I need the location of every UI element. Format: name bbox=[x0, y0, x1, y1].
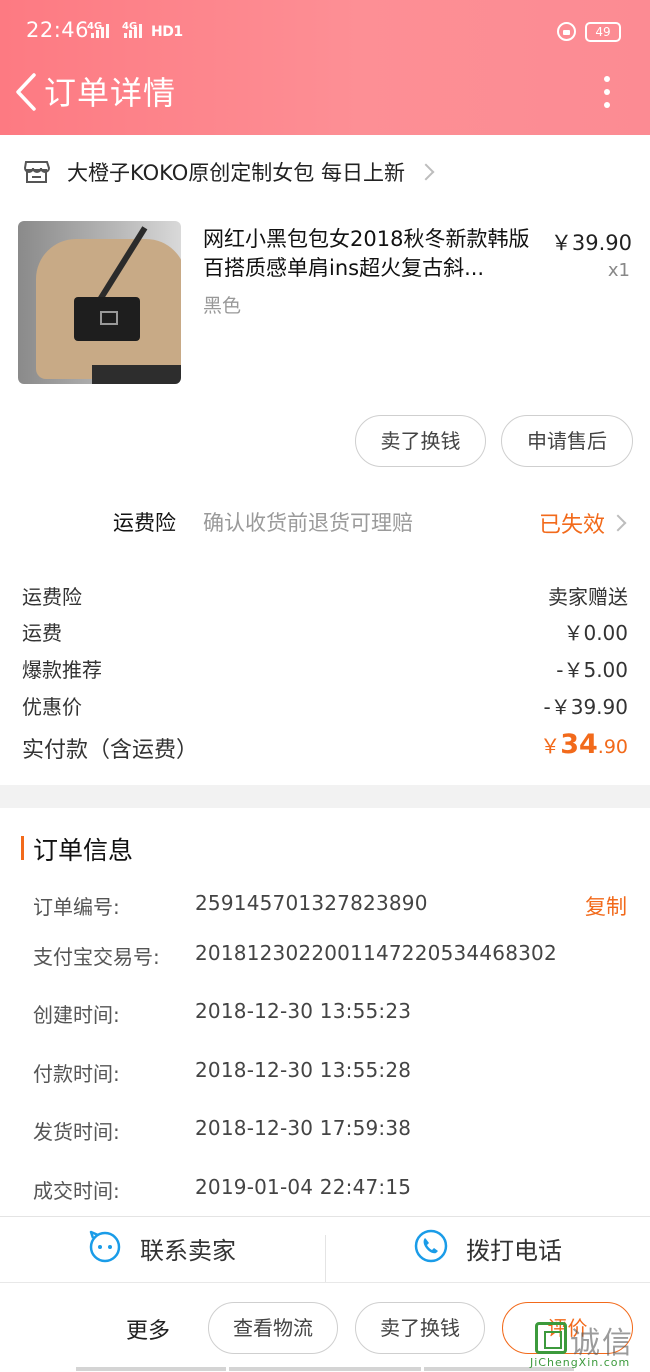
info-row: 创建时间: 2018-12-30 13:55:23 bbox=[33, 999, 633, 1029]
view-logistics-button[interactable]: 查看物流 bbox=[208, 1302, 338, 1354]
status-bar: 22:46 4G 4G HD1 49 bbox=[0, 0, 650, 66]
info-row: 发货时间: 2018-12-30 17:59:38 bbox=[33, 1116, 633, 1146]
fee-row: 优惠价 -￥39.90 bbox=[22, 691, 628, 721]
shop-name: 大橙子KOKO原创定制女包 每日上新 bbox=[67, 161, 405, 185]
product-price: ￥39.90 bbox=[550, 231, 632, 255]
after-sale-button[interactable]: 申请售后 bbox=[501, 415, 633, 467]
paid-row: 实付款（含运费） ￥34.90 bbox=[22, 729, 628, 769]
contact-seller-button[interactable]: 联系卖家 bbox=[0, 1217, 325, 1283]
fee-row: 运费险 卖家赠送 bbox=[22, 581, 628, 611]
info-row: 订单编号: 259145701327823890 复制 bbox=[33, 891, 633, 921]
info-value: 2018-12-30 13:55:23 bbox=[195, 999, 412, 1023]
call-phone-label: 拨打电话 bbox=[466, 1237, 562, 1265]
chevron-right-icon bbox=[417, 163, 435, 181]
call-phone-button[interactable]: 拨打电话 bbox=[326, 1217, 650, 1283]
sell-exchange-button[interactable]: 卖了换钱 bbox=[355, 415, 486, 467]
signal-icon-2 bbox=[124, 24, 142, 38]
chevron-left-icon[interactable] bbox=[12, 72, 42, 112]
fee-value: ￥0.00 bbox=[563, 621, 628, 645]
paid-amount: ￥34.90 bbox=[540, 729, 628, 760]
fee-label: 运费 bbox=[22, 621, 62, 645]
section-title: 订单信息 bbox=[33, 836, 134, 865]
info-key: 创建时间: bbox=[33, 1003, 120, 1027]
info-key: 付款时间: bbox=[33, 1062, 120, 1086]
contact-seller-label: 联系卖家 bbox=[140, 1237, 236, 1265]
info-key: 支付宝交易号: bbox=[33, 945, 160, 969]
fee-value: -￥5.00 bbox=[556, 658, 628, 682]
battery-indicator: 49 bbox=[585, 22, 621, 42]
status-time: 22:46 bbox=[26, 18, 90, 42]
more-vertical-icon[interactable] bbox=[601, 76, 613, 110]
product-title[interactable]: 网红小黑包包女2018秋冬新款韩版百搭质感单肩ins超火复古斜... bbox=[203, 225, 533, 283]
fee-label: 运费险 bbox=[22, 585, 82, 609]
watermark-url: JiChengXin.com bbox=[530, 1356, 631, 1369]
sell-exchange-button[interactable]: 卖了换钱 bbox=[355, 1302, 485, 1354]
product-image[interactable] bbox=[18, 221, 181, 384]
info-row: 支付宝交易号: 2018123022001147220534468302 bbox=[33, 941, 633, 971]
phone-icon bbox=[414, 1229, 448, 1263]
insurance-description: 确认收货前退货可理赔 bbox=[203, 511, 413, 535]
more-actions-button[interactable]: 更多 bbox=[126, 1313, 170, 1345]
info-row: 付款时间: 2018-12-30 13:55:28 bbox=[33, 1058, 633, 1088]
shop-row[interactable]: 大橙子KOKO原创定制女包 每日上新 bbox=[0, 135, 650, 209]
fee-label: 爆款推荐 bbox=[22, 658, 102, 682]
product-quantity: x1 bbox=[607, 260, 630, 281]
section-accent-bar bbox=[21, 836, 24, 860]
lock-icon bbox=[557, 22, 576, 41]
watermark-logo bbox=[535, 1322, 567, 1354]
chat-face-icon bbox=[89, 1230, 121, 1263]
info-value: 2019-01-04 22:47:15 bbox=[195, 1175, 412, 1199]
signal-icon-1 bbox=[91, 24, 109, 38]
info-key: 订单编号: bbox=[33, 895, 120, 919]
info-row: 成交时间: 2019-01-04 22:47:15 bbox=[33, 1175, 633, 1205]
store-icon bbox=[23, 161, 50, 183]
page-title: 订单详情 bbox=[44, 74, 177, 112]
paid-label: 实付款（含运费） bbox=[22, 738, 199, 763]
info-value: 2018123022001147220534468302 bbox=[195, 941, 557, 965]
fee-value: 卖家赠送 bbox=[548, 585, 628, 609]
copy-button[interactable]: 复制 bbox=[585, 891, 627, 921]
order-number: 259145701327823890 bbox=[195, 891, 428, 915]
chevron-right-icon bbox=[609, 514, 627, 532]
info-key: 成交时间: bbox=[33, 1179, 120, 1203]
info-key: 发货时间: bbox=[33, 1120, 120, 1144]
freight-insurance-row[interactable]: 运费险 确认收货前退货可理赔 已失效 bbox=[0, 495, 650, 547]
insurance-label: 运费险 bbox=[113, 511, 176, 535]
nav-handle bbox=[76, 1367, 226, 1371]
insurance-status: 已失效 bbox=[539, 513, 606, 538]
fee-row: 爆款推荐 -￥5.00 bbox=[22, 654, 628, 684]
fee-value: -￥39.90 bbox=[543, 695, 628, 719]
fee-row: 运费 ￥0.00 bbox=[22, 617, 628, 647]
info-value: 2018-12-30 17:59:38 bbox=[195, 1116, 412, 1140]
nav-handle bbox=[229, 1367, 421, 1371]
hd-indicator: HD1 bbox=[151, 24, 183, 40]
contact-bar: 联系卖家 拨打电话 bbox=[0, 1216, 650, 1283]
fee-label: 优惠价 bbox=[22, 695, 82, 719]
order-info-section: 订单信息 订单编号: 259145701327823890 复制 支付宝交易号:… bbox=[0, 808, 650, 1216]
info-value: 2018-12-30 13:55:28 bbox=[195, 1058, 412, 1082]
order-card: 大橙子KOKO原创定制女包 每日上新 网红小黑包包女2018秋冬新款韩版百搭质感… bbox=[0, 135, 650, 785]
header: 22:46 4G 4G HD1 49 订单详情 bbox=[0, 0, 650, 135]
product-spec: 黑色 bbox=[203, 295, 242, 317]
